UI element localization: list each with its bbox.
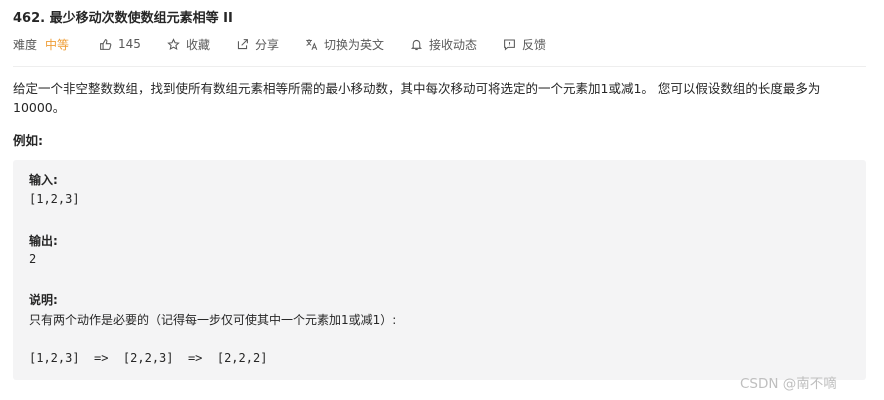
problem-title: 462. 最少移动次数使数组元素相等 II [13,11,233,26]
favorite-button[interactable]: 收藏 [167,36,210,53]
output-label: 输出: [29,234,58,248]
problem-description: 给定一个非空整数数组，找到使所有数组元素相等所需的最小移动数，其中每次移动可将选… [13,81,821,115]
bell-icon [410,39,422,50]
switch-language-label: 切换为英文 [323,37,384,52]
like-count: 145 [118,37,141,51]
thumbs-up-icon [100,38,112,50]
translate-icon [306,38,318,50]
difficulty-label: 难度 [13,37,38,52]
like-button[interactable]: 145 [99,37,141,51]
difficulty-badge: 中等 [45,37,70,52]
star-icon [167,37,180,50]
problem-meta-bar: 难度 中等 145 收藏 分享 切换为英文 接收动态 反馈 [13,35,572,53]
subscribe-label: 接收动态 [428,37,477,52]
feedback-icon [504,39,515,51]
output-value: 2 [29,252,37,266]
explanation-text: 只有两个动作是必要的（记得每一步仅可使其中一个元素加1或减1）: [29,313,397,327]
feedback-button[interactable]: 反馈 [503,36,546,53]
watermark: CSDN @南不嘀 [740,376,837,392]
example-heading: 例如: [13,133,43,148]
input-value: [1,2,3] [29,192,80,206]
favorite-label: 收藏 [185,37,210,52]
example-steps: [1,2,3] => [2,2,3] => [2,2,2] [29,351,268,365]
input-label: 输入: [29,173,58,187]
share-button[interactable]: 分享 [236,36,279,53]
feedback-label: 反馈 [522,37,547,52]
switch-language-button[interactable]: 切换为英文 [305,36,384,53]
divider [13,66,866,67]
share-icon [237,38,248,49]
subscribe-button[interactable]: 接收动态 [410,36,477,53]
share-label: 分享 [254,37,279,52]
example-code-block: 输入: [1,2,3] 输出: 2 说明: 只有两个动作是必要的（记得每一步仅可… [13,160,866,380]
explanation-label: 说明: [29,293,58,307]
